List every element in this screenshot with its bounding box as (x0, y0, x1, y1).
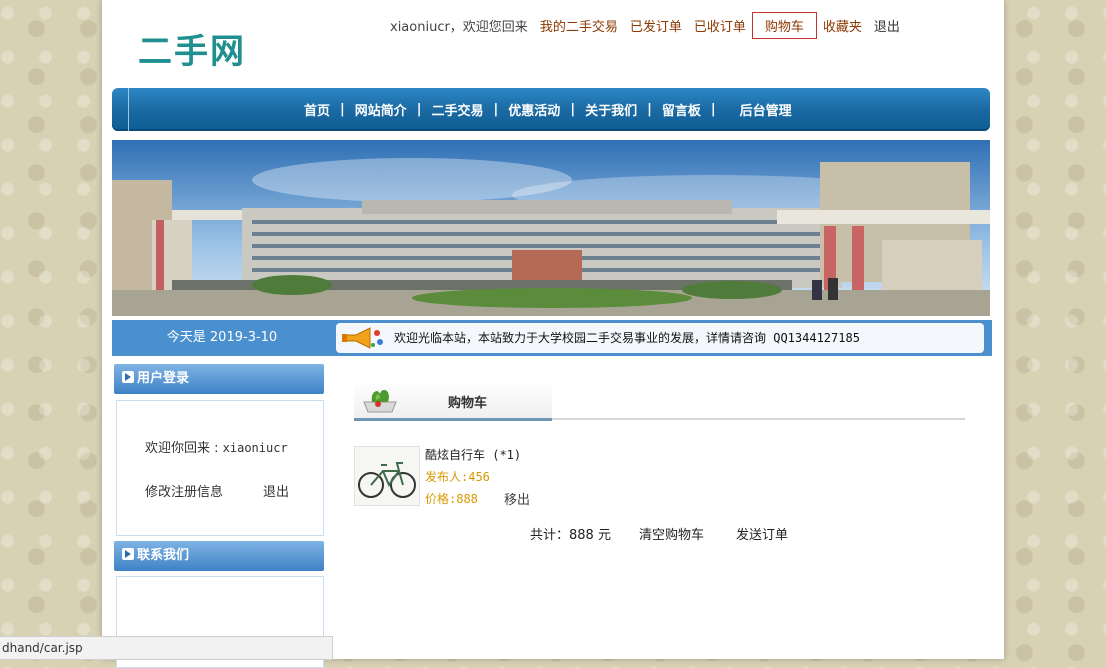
product-price: 价格:888 (425, 492, 478, 506)
cart-title: 购物车 (448, 396, 488, 411)
nav-separator: | (570, 102, 576, 117)
welcome-message: 欢迎你回来 : xiaoniucr (145, 437, 288, 456)
welcome-username: xiaoniucr (222, 441, 288, 455)
site-logo[interactable]: 二手网 (138, 24, 246, 73)
main-nav-links: 首页 | 网站简介 | 二手交易 | 优惠活动 | 关于我们 | 留言板 | 后… (302, 88, 794, 131)
nav-trade[interactable]: 二手交易 (430, 100, 486, 119)
cart-divider (552, 418, 965, 420)
nav-separator: | (647, 102, 652, 117)
nav-promotions[interactable]: 优惠活动 (506, 100, 562, 119)
product-seller: 发布人:456 (425, 470, 490, 484)
nav-about-site[interactable]: 网站简介 (353, 100, 409, 119)
nav-message-board[interactable]: 留言板 (660, 100, 703, 119)
top-nav: xiaoniucr，欢迎您回来 我的二手交易 已发订单 已收订单 购物车 收藏夹… (384, 11, 906, 39)
logout-link[interactable]: 退出 (868, 16, 906, 35)
my-trades-link[interactable]: 我的二手交易 (534, 16, 624, 35)
received-orders-link[interactable]: 已收订单 (688, 16, 752, 35)
notice-marquee: 欢迎光临本站，本站致力于大学校园二手交易事业的发展，详情请咨询 QQ134412… (336, 323, 984, 353)
login-panel-title: 用户登录 (137, 371, 190, 386)
main-nav-bar: 首页 | 网站简介 | 二手交易 | 优惠活动 | 关于我们 | 留言板 | 后… (112, 88, 990, 131)
bicycle-icon (358, 462, 416, 498)
megaphone-icon (342, 327, 383, 349)
nav-separator: | (493, 102, 499, 117)
user-greeting: xiaoniucr，欢迎您回来 (390, 19, 528, 35)
favorites-link[interactable]: 收藏夹 (817, 16, 868, 35)
edit-registration-link[interactable]: 修改注册信息 (145, 481, 223, 500)
notice-text: 欢迎光临本站，本站致力于大学校园二手交易事业的发展，详情请咨询 QQ134412… (394, 331, 860, 345)
nav-about-us[interactable]: 关于我们 (583, 100, 639, 119)
cart-total: 共计：888 元 (530, 528, 611, 543)
sent-orders-link[interactable]: 已发订单 (624, 16, 688, 35)
today-date: 今天是 2019-3-10 (166, 330, 278, 345)
send-order-button[interactable]: 发送订单 (736, 524, 788, 543)
nav-separator: | (710, 102, 716, 117)
nav-separator: | (340, 102, 345, 117)
welcome-label: 欢迎你回来 : (145, 441, 219, 456)
arrow-box-icon (122, 371, 134, 383)
arrow-box-icon (122, 548, 134, 560)
login-panel: 欢迎你回来 : xiaoniucr 修改注册信息 退出 (116, 400, 324, 536)
nav-home[interactable]: 首页 (302, 100, 332, 119)
login-panel-header: 用户登录 (114, 364, 324, 394)
page: 二手网 xiaoniucr，欢迎您回来 我的二手交易 已发订单 已收订单 购物车… (102, 0, 1004, 668)
browser-status-bar: dhand/car.jsp (0, 636, 333, 660)
clear-cart-button[interactable]: 清空购物车 (639, 524, 704, 543)
cart-section-tab: 购物车 (354, 380, 552, 421)
sidebar-logout-link[interactable]: 退出 (263, 481, 289, 500)
remove-item-button[interactable]: 移出 (504, 489, 530, 508)
contact-panel-header: 联系我们 (114, 541, 324, 571)
nav-separator: | (416, 102, 422, 117)
nav-divider (128, 88, 129, 131)
cart-link[interactable]: 购物车 (751, 11, 817, 39)
product-name[interactable]: 酷炫自行车 (*1) (425, 446, 521, 463)
plant-basket-icon (363, 389, 397, 413)
campus-banner-image (112, 140, 990, 316)
info-bar: 今天是 2019-3-10 欢迎光临本站，本站致力于大学校园二手交易事业的发展，… (112, 320, 992, 356)
contact-panel-title: 联系我们 (137, 548, 190, 563)
nav-admin[interactable]: 后台管理 (738, 100, 794, 119)
product-thumbnail[interactable] (354, 446, 420, 506)
campus-banner (112, 140, 990, 316)
